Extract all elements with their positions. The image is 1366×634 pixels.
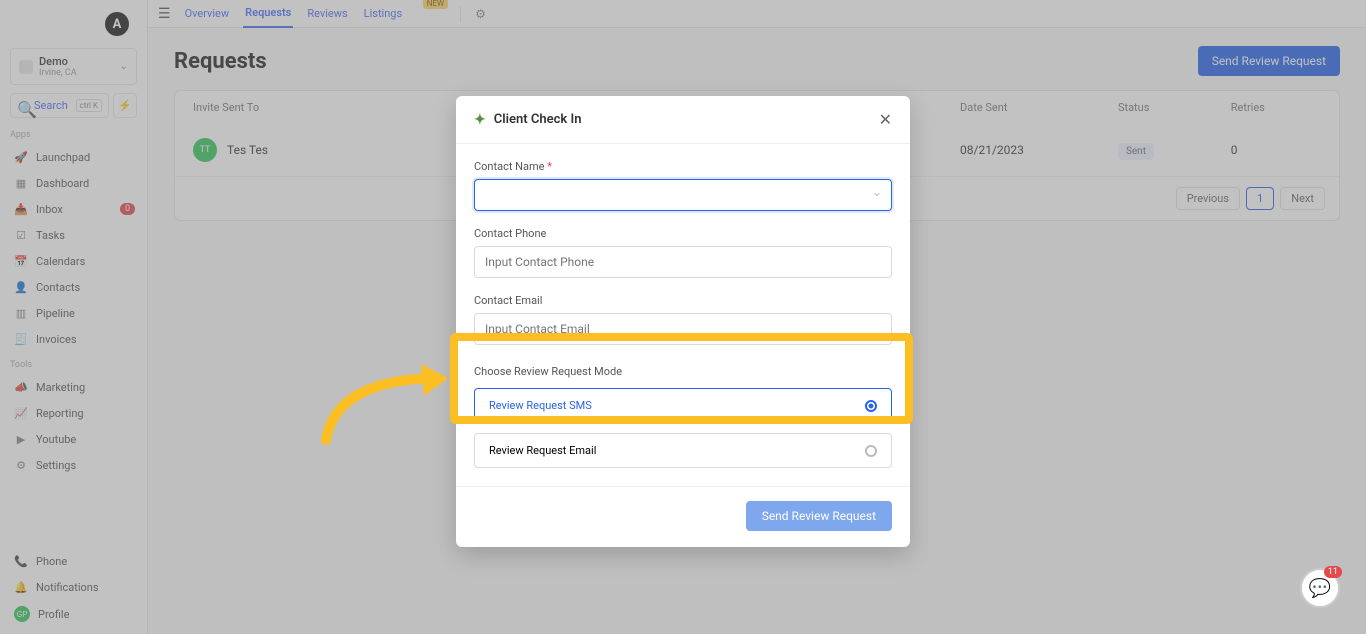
chat-badge: 11 xyxy=(1324,566,1342,578)
chat-icon: 💬 xyxy=(1309,578,1331,599)
contact-email-input[interactable] xyxy=(474,313,892,345)
mode-email-label: Review Request Email xyxy=(489,444,596,457)
mode-sms-label: Review Request SMS xyxy=(489,399,592,412)
client-checkin-modal: ✦ Client Check In ✕ Contact Name * Conta… xyxy=(456,96,910,547)
label-contact-email: Contact Email xyxy=(474,294,892,307)
modal-title: Client Check In xyxy=(494,112,582,127)
radio-selected-icon xyxy=(865,400,877,412)
contact-name-input[interactable] xyxy=(474,179,892,211)
mode-email-option[interactable]: Review Request Email xyxy=(474,433,892,468)
radio-unselected-icon xyxy=(865,445,877,457)
contact-phone-input[interactable] xyxy=(474,246,892,278)
mode-sms-option[interactable]: Review Request SMS xyxy=(474,388,892,423)
label-contact-phone: Contact Phone xyxy=(474,227,892,240)
label-contact-name: Contact Name * xyxy=(474,160,892,173)
person-icon: ✦ xyxy=(474,112,486,128)
modal-submit-button[interactable]: Send Review Request xyxy=(746,501,892,531)
close-icon[interactable]: ✕ xyxy=(879,110,892,129)
label-mode: Choose Review Request Mode xyxy=(474,365,892,378)
chat-widget[interactable]: 💬 11 xyxy=(1300,568,1340,608)
